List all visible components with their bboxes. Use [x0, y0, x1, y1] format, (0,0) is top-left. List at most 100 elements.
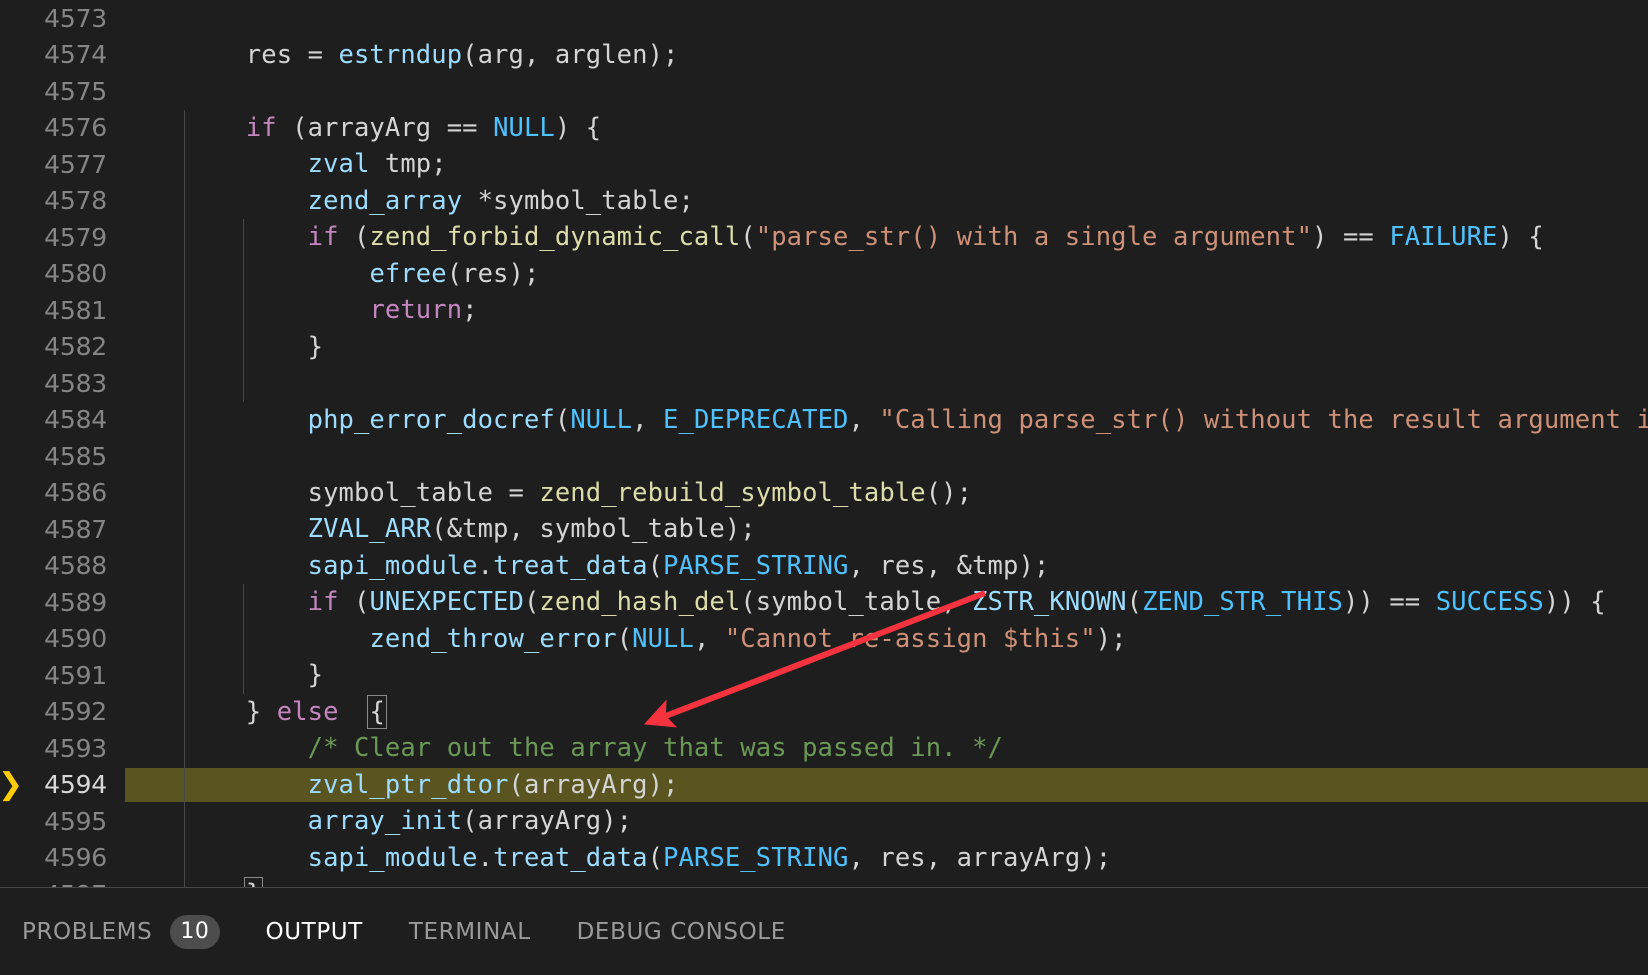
line-number-gutter[interactable]: 4586: [0, 474, 125, 511]
line-number-gutter[interactable]: 4575: [0, 73, 125, 110]
editor-line[interactable]: 4575: [0, 73, 1648, 110]
code-token: treat_data: [493, 842, 648, 873]
line-number: 4595: [44, 806, 107, 836]
line-number-gutter[interactable]: 4596: [0, 839, 125, 876]
code-line-content[interactable]: }: [125, 876, 1648, 887]
panel-tab-strip: PROBLEMS 10 OUTPUT TERMINAL DEBUG CONSOLE: [0, 888, 1648, 975]
code-token: zend_hash_del: [539, 587, 741, 617]
line-number-gutter[interactable]: 4588: [0, 547, 125, 584]
code-line-content[interactable]: [125, 365, 1648, 402]
line-number-gutter[interactable]: 4573: [0, 0, 125, 37]
line-number-gutter[interactable]: 4595: [0, 803, 125, 840]
line-number-gutter[interactable]: 4580: [0, 255, 125, 292]
code-line-content[interactable]: /* Clear out the array that was passed i…: [125, 730, 1648, 767]
code-token: (arrayArg);: [462, 806, 633, 836]
line-number-gutter[interactable]: 4590: [0, 620, 125, 657]
code-line-content[interactable]: zend_throw_error(NULL, "Cannot re-assign…: [125, 621, 1648, 658]
line-number-gutter[interactable]: 4576: [0, 109, 125, 146]
editor-line[interactable]: 4580 efree(res);: [0, 255, 1648, 293]
panel-tab-label: OUTPUT: [265, 918, 363, 945]
code-line-content[interactable]: return;: [125, 292, 1648, 329]
editor-line[interactable]: 4592 } else {: [0, 693, 1648, 731]
line-number-gutter[interactable]: ❯ 4594: [0, 766, 125, 803]
line-number-gutter[interactable]: 4574: [0, 36, 125, 73]
editor-line[interactable]: 4579 if (zend_forbid_dynamic_call("parse…: [0, 219, 1648, 256]
code-line-content[interactable]: ZVAL_ARR(&tmp, symbol_table);: [125, 511, 1648, 548]
line-number-gutter[interactable]: 4577: [0, 146, 125, 183]
panel-tab-debug-console[interactable]: DEBUG CONSOLE: [577, 888, 808, 975]
code-token: php_error_docref: [307, 404, 555, 435]
editor-line[interactable]: 4596 sapi_module.treat_data(PARSE_STRING…: [0, 839, 1648, 877]
editor-line[interactable]: 4590 zend_throw_error(NULL, "Cannot re-a…: [0, 620, 1648, 658]
editor-line[interactable]: 4591 }: [0, 657, 1648, 694]
panel-tab-output[interactable]: OUTPUT: [266, 888, 385, 975]
code-token: res: [184, 39, 308, 70]
code-line-content[interactable]: } else {: [125, 694, 1648, 731]
line-number-gutter[interactable]: 4587: [0, 511, 125, 548]
line-number-gutter[interactable]: 4589: [0, 584, 125, 621]
code-editor[interactable]: 4573 4574 res = estrndup(arg, arglen); 457…: [0, 0, 1648, 887]
code-line-content[interactable]: php_error_docref(NULL, E_DEPRECATED, "Ca…: [125, 402, 1648, 439]
code-token: arg: [477, 39, 524, 70]
line-number-gutter[interactable]: 4597: [0, 876, 125, 887]
line-number-gutter[interactable]: 4578: [0, 182, 125, 219]
line-number-gutter[interactable]: 4579: [0, 219, 125, 256]
code-line-content[interactable]: zval_ptr_dtor(arrayArg);: [125, 767, 1648, 804]
editor-line[interactable]: 4577 zval tmp;: [0, 146, 1648, 183]
line-number-gutter[interactable]: 4593: [0, 730, 125, 767]
code-line-content[interactable]: }: [125, 657, 1648, 694]
code-line-content[interactable]: sapi_module.treat_data(PARSE_STRING, res…: [125, 840, 1648, 877]
code-line-content[interactable]: array_init(arrayArg);: [125, 803, 1648, 840]
code-token: zend_throw_error: [369, 623, 617, 654]
code-token: treat_data: [493, 550, 648, 581]
line-number: 4577: [44, 149, 107, 179]
panel-tab-problems[interactable]: PROBLEMS 10: [22, 888, 242, 975]
line-number-gutter[interactable]: 4592: [0, 693, 125, 730]
code-line-content[interactable]: if (UNEXPECTED(zend_hash_del(symbol_tabl…: [125, 584, 1648, 621]
line-number-gutter[interactable]: 4583: [0, 365, 125, 402]
code-token: *symbol_table;: [462, 185, 694, 216]
code-line-content[interactable]: [125, 0, 1648, 37]
code-line-content[interactable]: if (zend_forbid_dynamic_call("parse_str(…: [125, 219, 1648, 256]
code-line-content[interactable]: res = estrndup(arg, arglen);: [125, 37, 1648, 74]
editor-line[interactable]: 4585: [0, 438, 1648, 475]
line-number-gutter[interactable]: 4591: [0, 657, 125, 694]
editor-line[interactable]: 4573: [0, 0, 1648, 37]
editor-line[interactable]: 4587 ZVAL_ARR(&tmp, symbol_table);: [0, 511, 1648, 548]
editor-line[interactable]: 4584 php_error_docref(NULL, E_DEPRECATED…: [0, 401, 1648, 439]
code-line-content[interactable]: zend_array *symbol_table;: [125, 183, 1648, 220]
editor-line[interactable]: 4578 zend_array *symbol_table;: [0, 182, 1648, 220]
editor-line[interactable]: 4588 sapi_module.treat_data(PARSE_STRING…: [0, 547, 1648, 585]
code-line-content[interactable]: [125, 438, 1648, 475]
editor-line[interactable]: 4576 if (arrayArg == NULL) {: [0, 109, 1648, 147]
editor-rows: 4573 4574 res = estrndup(arg, arglen); 457…: [0, 0, 1648, 887]
line-number-gutter[interactable]: 4581: [0, 292, 125, 329]
code-line-content[interactable]: sapi_module.treat_data(PARSE_STRING, res…: [125, 548, 1648, 585]
line-number-gutter[interactable]: 4585: [0, 438, 125, 475]
code-line-content[interactable]: efree(res);: [125, 256, 1648, 293]
editor-line[interactable]: 4583: [0, 365, 1648, 402]
editor-line[interactable]: ❯ 4594 zval_ptr_dtor(arrayArg);: [0, 766, 1648, 804]
line-number-gutter[interactable]: 4582: [0, 328, 125, 365]
code-line-content[interactable]: }: [125, 329, 1648, 366]
editor-line[interactable]: 4586 symbol_table = zend_rebuild_symbol_…: [0, 474, 1648, 512]
code-token: ) {: [1497, 222, 1544, 252]
code-line-content[interactable]: if (arrayArg == NULL) {: [125, 110, 1648, 147]
editor-line[interactable]: 4574 res = estrndup(arg, arglen);: [0, 36, 1648, 74]
panel-tab-terminal[interactable]: TERMINAL: [409, 888, 553, 975]
line-number-gutter[interactable]: 4584: [0, 401, 125, 438]
editor-line[interactable]: 4582 }: [0, 328, 1648, 366]
editor-line[interactable]: 4595 array_init(arrayArg);: [0, 803, 1648, 840]
editor-line[interactable]: 4593 /* Clear out the array that was pas…: [0, 730, 1648, 767]
editor-line[interactable]: 4589 if (UNEXPECTED(zend_hash_del(symbol…: [0, 584, 1648, 621]
code-line-content[interactable]: [125, 73, 1648, 110]
code-line-content[interactable]: zval tmp;: [125, 146, 1648, 183]
editor-line[interactable]: 4597 }: [0, 876, 1648, 887]
editor-line[interactable]: 4581 return;: [0, 292, 1648, 329]
code-line-content[interactable]: symbol_table = zend_rebuild_symbol_table…: [125, 475, 1648, 512]
code-token: zend_forbid_dynamic_call: [369, 222, 741, 252]
code-token: (symbol_table,: [740, 587, 973, 617]
